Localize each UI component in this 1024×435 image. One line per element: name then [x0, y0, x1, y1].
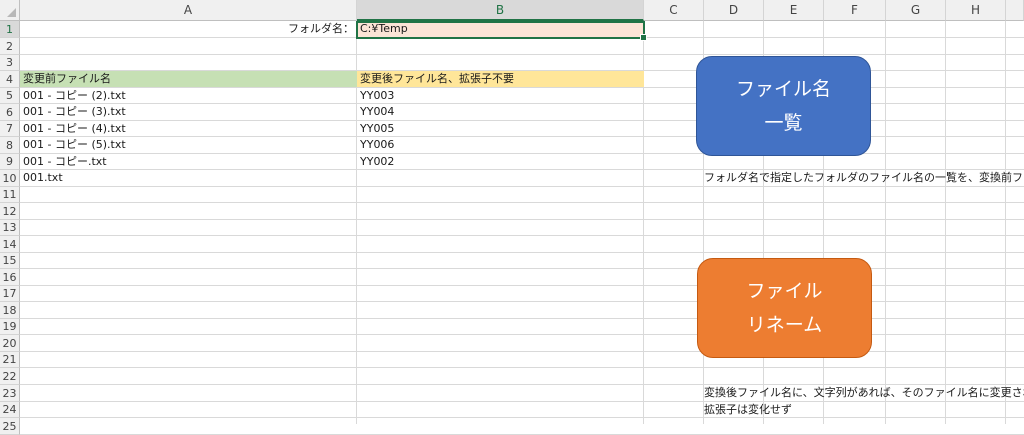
row-header[interactable]: 12 [0, 203, 20, 220]
file-list-description: フォルダ名で指定したフォルダのファイル名の一覧を、変換前ファイル名に設 [704, 171, 1024, 184]
row-gridline [20, 268, 1024, 269]
file-list-button[interactable]: ファイル名 一覧 [696, 56, 871, 156]
row-header[interactable]: 19 [0, 319, 20, 335]
column-header-d[interactable]: D [704, 0, 764, 21]
row-header[interactable]: 8 [0, 137, 20, 154]
row-header[interactable]: 25 [0, 418, 20, 435]
row-gridline [20, 301, 1024, 302]
row-header[interactable]: 10 [0, 170, 20, 187]
select-all-corner[interactable] [0, 0, 20, 21]
after-filename-cell[interactable]: YY006 [357, 137, 644, 153]
row-gridline [20, 401, 1024, 402]
after-filename-cell[interactable]: YY005 [357, 121, 644, 137]
row-header[interactable]: 22 [0, 368, 20, 385]
file-rename-button-line1: ファイル [746, 280, 823, 302]
file-rename-button-line2: リネーム [746, 314, 823, 336]
before-filename-cell[interactable]: 001 - コピー (4).txt [20, 121, 357, 137]
row-gridline [20, 318, 1024, 319]
row-gridline [20, 235, 1024, 236]
before-filename-cell[interactable]: 001 - コピー (3).txt [20, 104, 357, 120]
column-header-h[interactable]: H [946, 0, 1006, 21]
spreadsheet-grid[interactable]: A B C D E F G H 1 2 3 4 5 6 7 8 9 10 11 12 13 14 15 16 1… [0, 0, 1024, 435]
row-header[interactable]: 15 [0, 253, 20, 269]
row-header[interactable]: 24 [0, 402, 20, 418]
before-filename-cell[interactable]: 001.txt [20, 170, 357, 186]
after-filename-cell[interactable] [357, 170, 644, 186]
row-header[interactable]: 1 [0, 21, 20, 38]
column-header-i[interactable] [1006, 0, 1024, 21]
row-header[interactable]: 18 [0, 302, 20, 319]
row-header[interactable]: 23 [0, 385, 20, 402]
column-gridline [885, 21, 886, 424]
after-filename-cell[interactable]: YY002 [357, 154, 644, 170]
column-header-e[interactable]: E [764, 0, 824, 21]
row-gridline [20, 54, 1024, 55]
column-header-b[interactable]: B [357, 0, 644, 21]
row-header[interactable]: 4 [0, 71, 20, 88]
file-rename-description: 変換後ファイル名に、文字列があれば、そのファイル名に変更される。 [704, 386, 1024, 399]
row-header[interactable]: 9 [0, 154, 20, 170]
row-header[interactable]: 3 [0, 55, 20, 71]
row-header[interactable]: 14 [0, 236, 20, 253]
row-gridline [20, 367, 1024, 368]
row-gridline [20, 417, 1024, 418]
file-rename-button[interactable]: ファイル リネーム [697, 258, 872, 358]
row-gridline [20, 252, 1024, 253]
row-header[interactable]: 11 [0, 187, 20, 203]
row-header[interactable]: 6 [0, 104, 20, 121]
row-header[interactable]: 7 [0, 121, 20, 137]
folder-label: フォルダ名： [288, 22, 354, 35]
column-header-c[interactable]: C [644, 0, 704, 21]
row-header[interactable]: 13 [0, 220, 20, 236]
row-header[interactable]: 16 [0, 269, 20, 286]
file-list-button-line2: 一覧 [764, 112, 803, 134]
column-gridline [1005, 21, 1006, 424]
folder-value-cell[interactable]: C:¥Temp [357, 21, 644, 38]
after-filename-cell[interactable]: YY003 [357, 88, 644, 104]
file-list-button-line1: ファイル名 [735, 78, 831, 100]
row-gridline [20, 351, 1024, 352]
column-gridline [945, 21, 946, 424]
before-filename-cell[interactable]: 001 - コピー (2).txt [20, 88, 357, 104]
row-header[interactable]: 5 [0, 88, 20, 104]
row-gridline [20, 186, 1024, 187]
row-gridline [20, 219, 1024, 220]
after-filename-cell[interactable]: YY004 [357, 104, 644, 120]
row-gridline [20, 334, 1024, 335]
column-header-a[interactable]: A [20, 0, 357, 21]
file-rename-note: 拡張子は変化せず [704, 403, 792, 416]
header-after-filename[interactable]: 変更後ファイル名、拡張子不要 [357, 71, 644, 87]
row-header[interactable]: 17 [0, 286, 20, 302]
row-gridline [20, 285, 1024, 286]
column-header-g[interactable]: G [886, 0, 946, 21]
row-gridline [20, 202, 1024, 203]
row-header[interactable]: 2 [0, 38, 20, 55]
before-filename-cell[interactable]: 001 - コピー (5).txt [20, 137, 357, 153]
before-filename-cell[interactable]: 001 - コピー.txt [20, 154, 357, 170]
column-header-f[interactable]: F [824, 0, 886, 21]
row-header[interactable]: 20 [0, 335, 20, 352]
row-header[interactable]: 21 [0, 352, 20, 368]
header-before-filename[interactable]: 変更前ファイル名 [20, 71, 357, 87]
